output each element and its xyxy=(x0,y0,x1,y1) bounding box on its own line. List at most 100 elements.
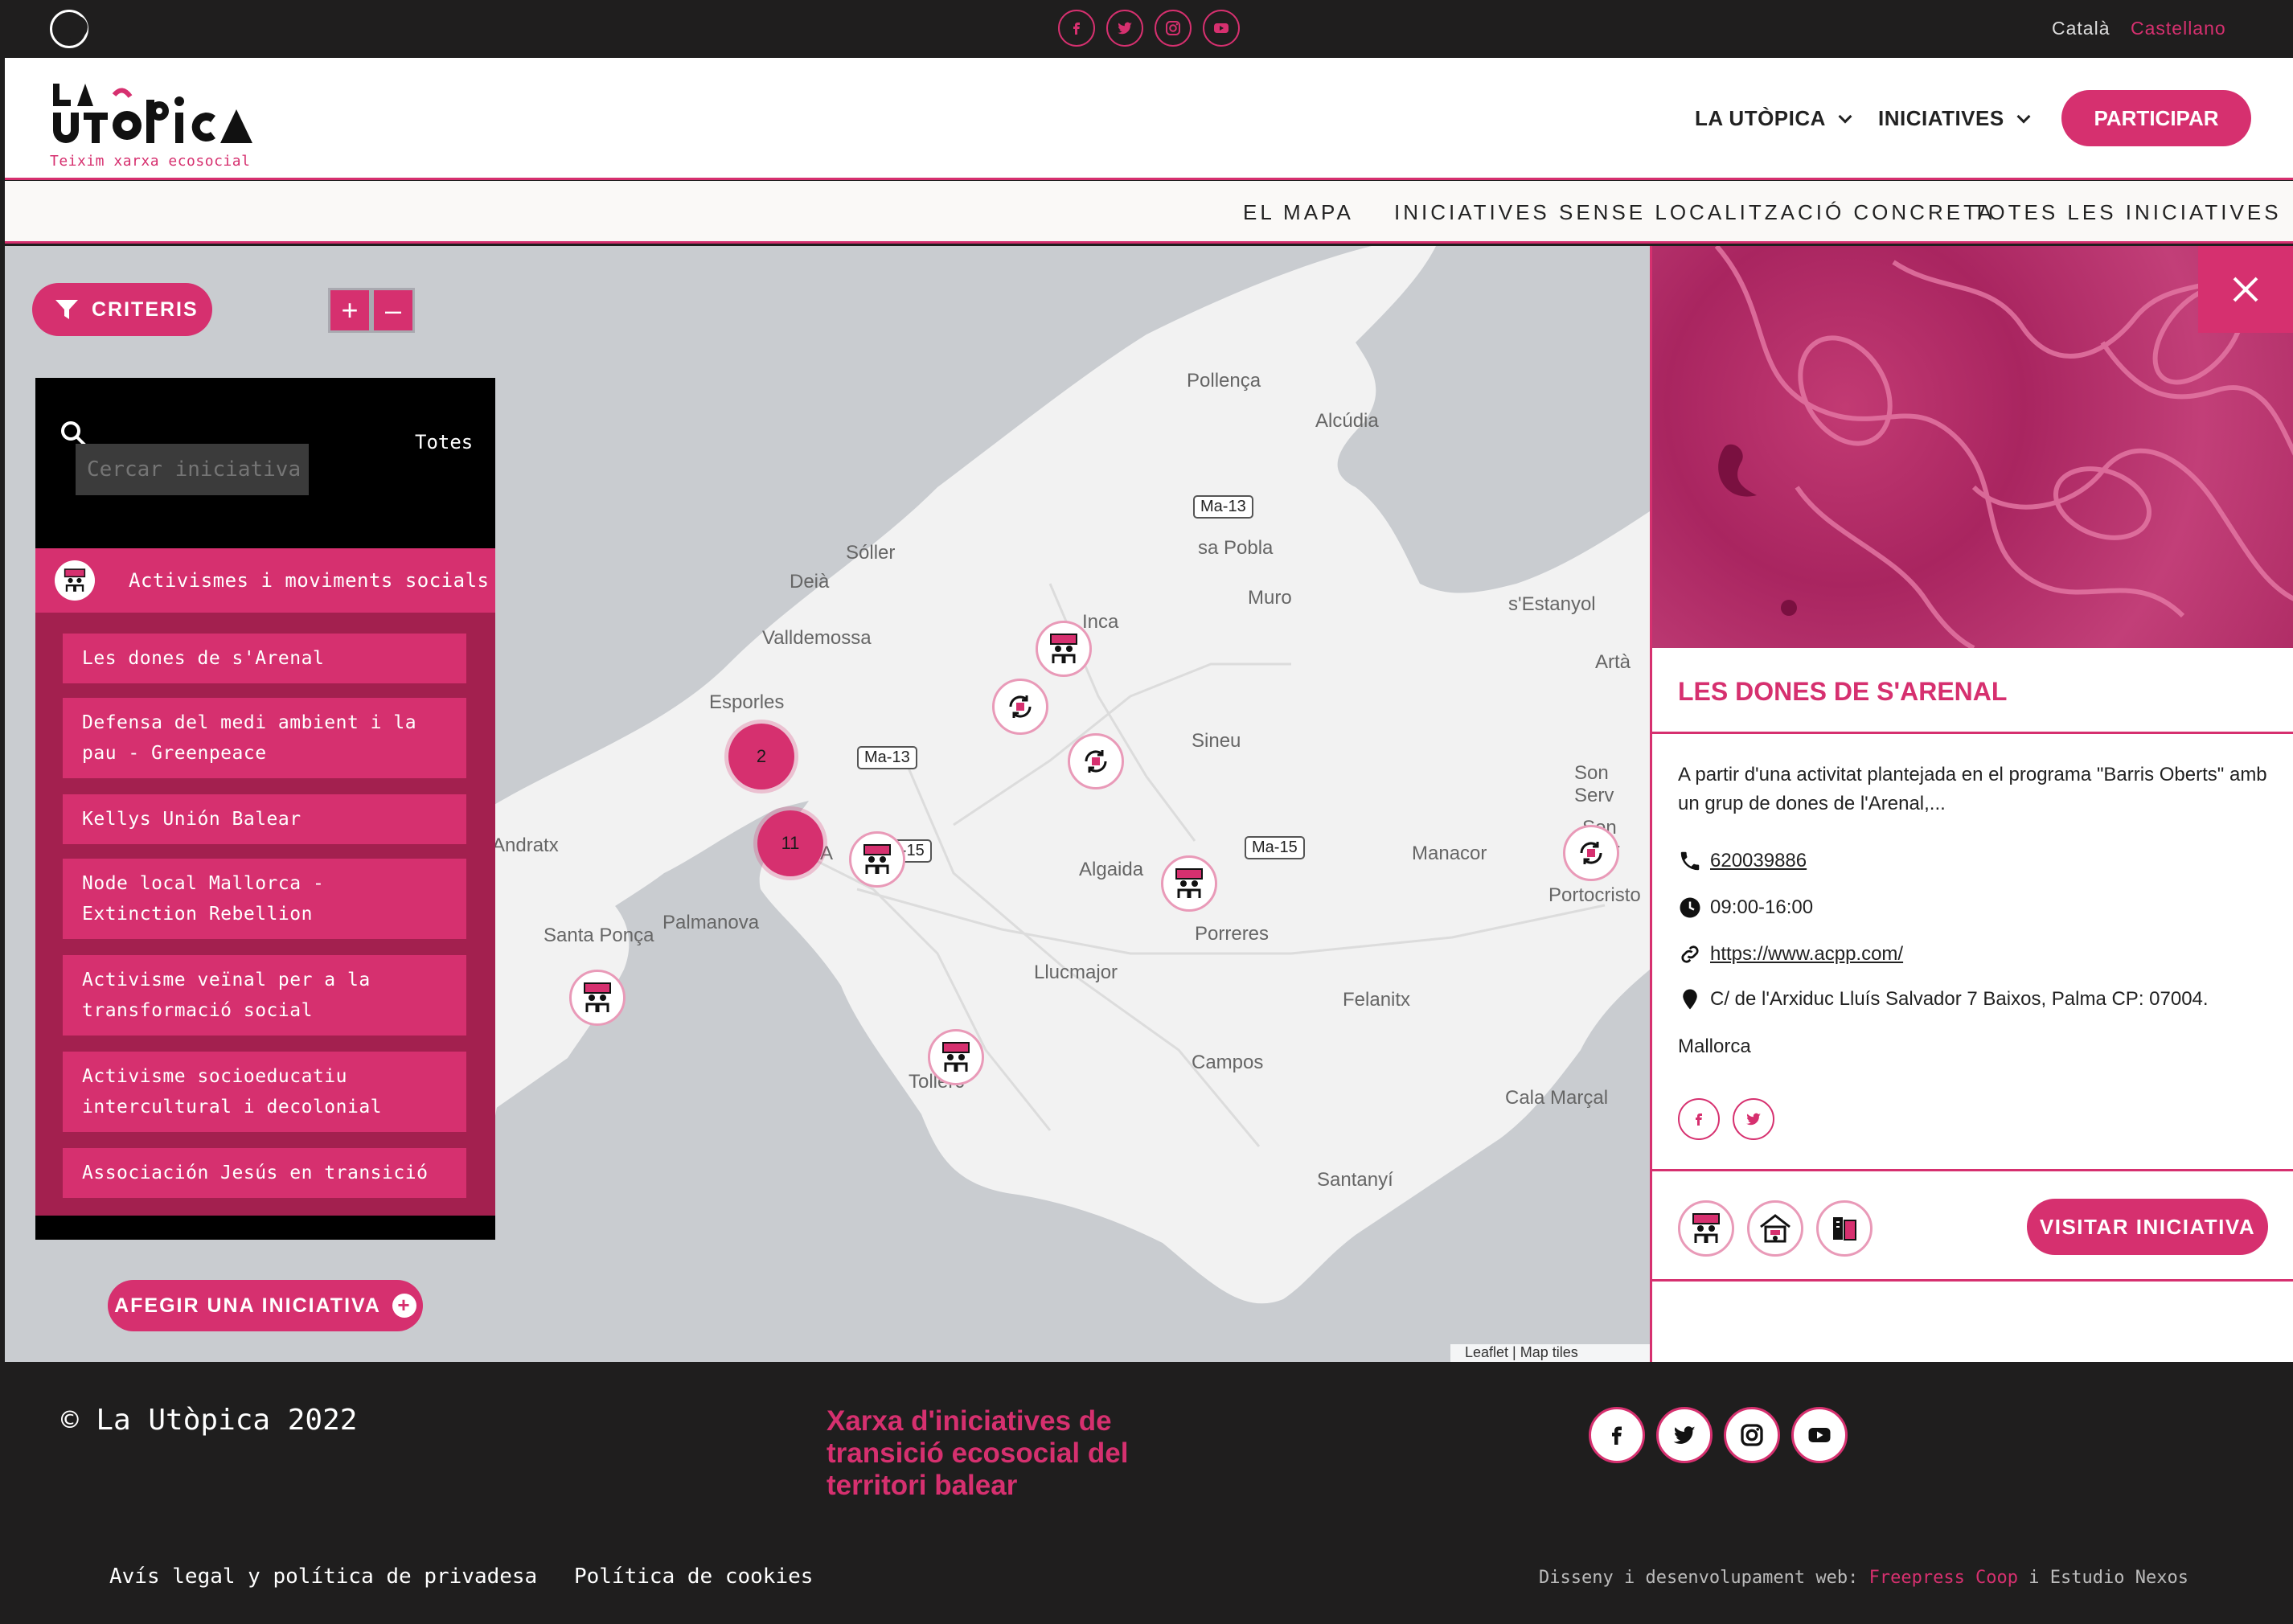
education-book-icon[interactable] xyxy=(1816,1200,1873,1257)
activism-icon xyxy=(942,1042,970,1072)
place-label: Valldemossa xyxy=(762,627,872,649)
zoom-out-button[interactable]: – xyxy=(371,288,415,333)
clock-icon xyxy=(1680,897,1700,918)
category-label: Activismes i moviments socials xyxy=(129,569,490,592)
plus-icon: + xyxy=(392,1294,416,1318)
chevron-down-icon xyxy=(2016,109,2031,124)
tab-totes-les-iniciatives[interactable]: TOTES LES INICIATIVES xyxy=(1973,200,2282,225)
initiative-detail-panel: LES DONES DE S'ARENAL A partir d'una act… xyxy=(1650,246,2293,1362)
language-castellano[interactable]: Castellano xyxy=(2131,18,2226,39)
copyright: © La Utòpica 2022 xyxy=(61,1404,358,1437)
activism-icon xyxy=(1175,868,1203,898)
divider xyxy=(1652,732,2293,734)
place-label: Santanyí xyxy=(1317,1169,1393,1191)
top-bar: Català Castellano xyxy=(0,0,2293,58)
map-marker-activism[interactable] xyxy=(928,1029,984,1085)
facebook-icon[interactable] xyxy=(1678,1098,1720,1140)
list-item[interactable]: Activisme veïnal per a la transformació … xyxy=(63,955,466,1036)
list-item[interactable]: Associación Jesús en transició xyxy=(63,1148,466,1198)
address-row: C/ de l'Arxiduc Lluís Salvador 7 Baixos,… xyxy=(1678,987,2209,1011)
map-marker-activism[interactable] xyxy=(849,831,905,888)
youtube-icon[interactable] xyxy=(1791,1407,1848,1463)
instagram-icon[interactable] xyxy=(1724,1407,1780,1463)
map-cluster[interactable]: 2 xyxy=(728,724,794,789)
initiatives-list[interactable]: Les dones de s'Arenal Defensa del medi a… xyxy=(35,613,495,1216)
place-label: Artà xyxy=(1595,651,1631,673)
dark-mode-toggle[interactable] xyxy=(50,10,88,48)
facebook-icon[interactable] xyxy=(1058,10,1095,47)
add-initiative-button[interactable]: AFEGIR UNA INICIATIVA + xyxy=(108,1280,423,1331)
place-label: Manacor xyxy=(1412,843,1487,864)
place-label: Sineu xyxy=(1192,730,1241,752)
visitar-iniciativa-button[interactable]: VISITAR INICIATIVA xyxy=(2027,1199,2268,1255)
tab-el-mapa[interactable]: EL MAPA xyxy=(1243,200,1354,225)
map-marker-activism[interactable] xyxy=(569,970,626,1026)
place-label: Palmanova xyxy=(662,912,760,933)
map-marker-circular[interactable] xyxy=(1563,825,1619,881)
list-item[interactable]: Kellys Unión Balear xyxy=(63,794,466,844)
place-label: Algaida xyxy=(1079,859,1144,880)
nav-la-utopica[interactable]: LA UTÒPICA xyxy=(1695,106,1852,131)
road-label: Ma-13 xyxy=(857,746,917,769)
filter-icon xyxy=(55,300,78,319)
facebook-icon[interactable] xyxy=(1589,1407,1645,1463)
credits-prefix: Disseny i desenvolupament web: xyxy=(1539,1568,1859,1588)
phone-row: 620039886 xyxy=(1678,849,1807,873)
zoom-in-button[interactable]: + xyxy=(328,288,371,333)
participar-button[interactable]: PARTICIPAR xyxy=(2061,90,2251,146)
location-pin-icon xyxy=(1683,989,1697,1010)
community-house-icon[interactable] xyxy=(1747,1200,1803,1257)
activism-icon xyxy=(584,982,611,1012)
list-item[interactable]: Node local Mallorca - Extinction Rebelli… xyxy=(63,859,466,939)
place-label: Alcúdia xyxy=(1315,410,1379,432)
language-catala[interactable]: Català xyxy=(2052,18,2110,39)
place-label: Santa Ponça xyxy=(544,925,654,946)
add-initiative-label: AFEGIR UNA INICIATIVA xyxy=(114,1294,381,1317)
map-marker-circular[interactable] xyxy=(992,679,1048,735)
map-cluster[interactable]: 11 xyxy=(757,810,823,876)
twitter-icon[interactable] xyxy=(1656,1407,1713,1463)
criteris-filter-button[interactable]: CRITERIS xyxy=(32,283,212,336)
place-label: sa Pobla xyxy=(1198,537,1274,559)
website-link[interactable]: https://www.acpp.com/ xyxy=(1710,943,1903,966)
phone-link[interactable]: 620039886 xyxy=(1710,850,1807,872)
phone-icon xyxy=(1680,851,1700,871)
place-label: Muro xyxy=(1248,587,1292,609)
twitter-icon[interactable] xyxy=(1106,10,1143,47)
cookies-policy-link[interactable]: Política de cookies xyxy=(574,1565,813,1589)
credits-suffix: i Estudio Nexos xyxy=(2028,1568,2188,1588)
youtube-icon[interactable] xyxy=(1203,10,1240,47)
nav-iniciatives[interactable]: INICIATIVES xyxy=(1878,106,2031,131)
detail-footer: VISITAR INICIATIVA xyxy=(1652,1169,2293,1282)
map-marker-activism[interactable] xyxy=(1161,855,1217,912)
activism-icon[interactable] xyxy=(1678,1200,1734,1257)
tab-iniciatives-sense-localitzacio[interactable]: INICIATIVES SENSE LOCALITZACIÓ CONCRETA xyxy=(1394,200,1995,225)
map-attribution[interactable]: Leaflet | Map tiles xyxy=(1450,1344,1650,1362)
site-footer: © La Utòpica 2022 Xarxa d'iniciatives de… xyxy=(0,1362,2293,1624)
place-label: Cala Marçal xyxy=(1505,1087,1609,1109)
list-item[interactable]: Les dones de s'Arenal xyxy=(63,634,466,683)
category-header[interactable]: Activismes i moviments socials xyxy=(35,548,495,613)
close-detail-button[interactable] xyxy=(2198,246,2293,333)
list-item[interactable]: Activisme socioeducatiu intercultural i … xyxy=(63,1052,466,1132)
chevron-down-icon xyxy=(1838,109,1852,124)
road-label: Ma-13 xyxy=(1193,495,1253,519)
filter-totes[interactable]: Totes xyxy=(415,431,473,453)
initiatives-list-panel: Totes Activismes i moviments socials Les… xyxy=(35,378,495,1240)
search-input[interactable] xyxy=(76,444,309,495)
island-label: Mallorca xyxy=(1678,1036,1751,1057)
freepress-coop-link[interactable]: Freepress Coop xyxy=(1869,1568,2018,1588)
recycle-icon xyxy=(1009,695,1032,718)
legal-notice-link[interactable]: Avís legal y política de privadesa xyxy=(109,1565,537,1589)
footer-tagline: Xarxa d'iniciatives de transició ecosoci… xyxy=(827,1405,1129,1501)
twitter-icon[interactable] xyxy=(1733,1098,1774,1140)
place-label: Andratx xyxy=(492,835,559,856)
instagram-icon[interactable] xyxy=(1155,10,1192,47)
site-tagline: Teixim xarxa ecosocial xyxy=(50,153,251,170)
activism-icon xyxy=(1050,634,1077,663)
list-item[interactable]: Defensa del medi ambient i la pau - Gree… xyxy=(63,698,466,778)
map-marker-activism[interactable] xyxy=(1036,621,1092,677)
criteris-label: CRITERIS xyxy=(92,297,199,321)
map-marker-circular[interactable] xyxy=(1068,733,1124,789)
place-label: Portocristo xyxy=(1548,884,1641,906)
